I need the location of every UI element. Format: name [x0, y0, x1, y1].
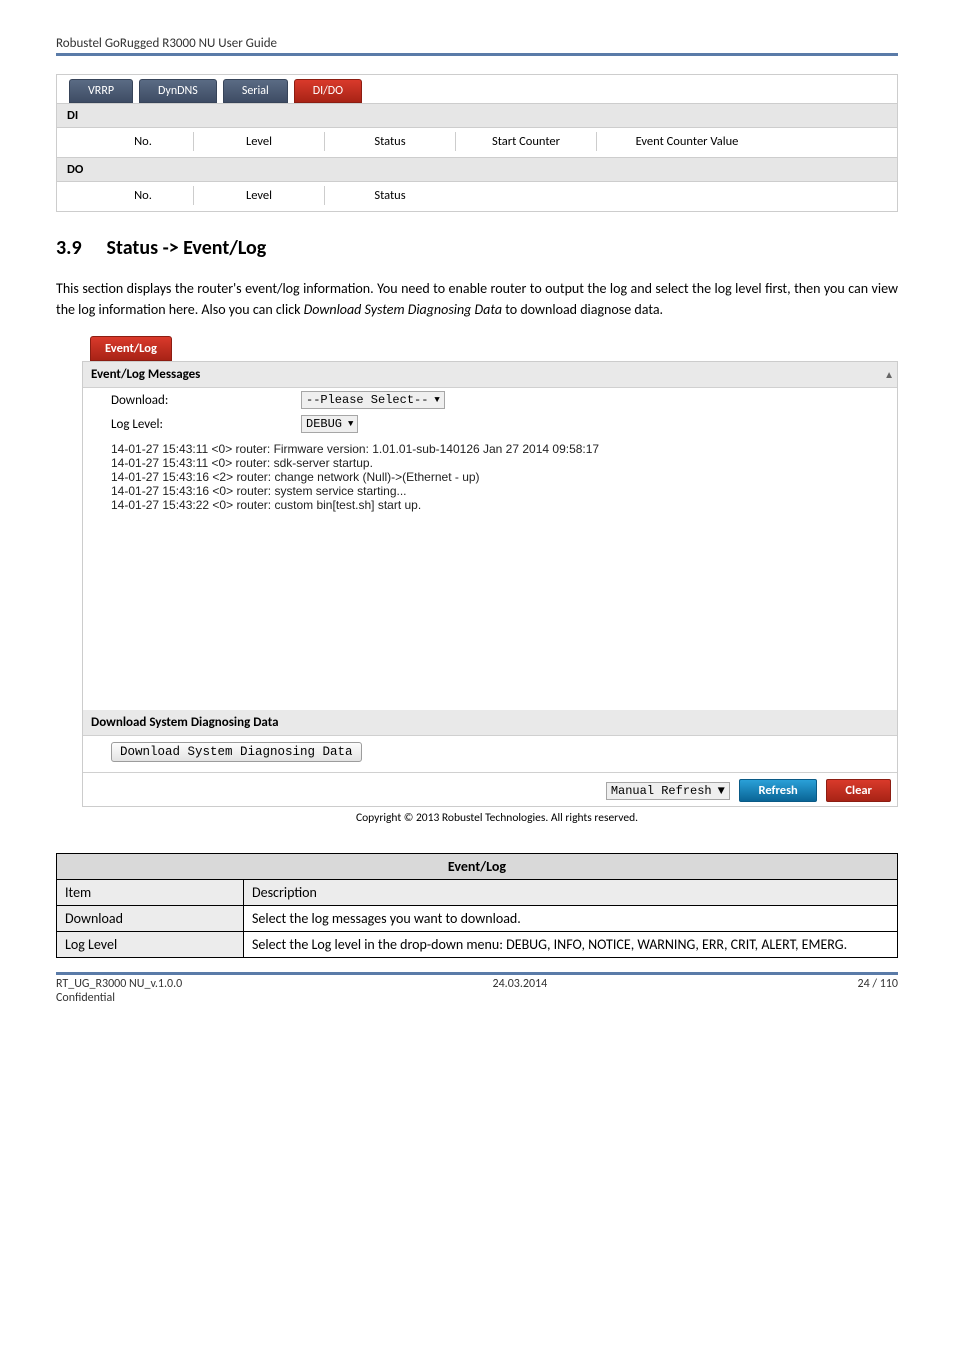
- desc-table-title: Event/Log: [57, 854, 898, 880]
- tab-dyndns[interactable]: DynDNS: [139, 79, 217, 103]
- tabstrip: VRRP DynDNS Serial DI/DO: [57, 75, 897, 103]
- section-paragraph: This section displays the router's event…: [56, 278, 898, 320]
- section-number: 3.9: [56, 236, 102, 260]
- desc-row-item: Download: [57, 906, 244, 932]
- refresh-button[interactable]: Refresh: [739, 779, 816, 802]
- loglevel-row: Log Level: DEBUG ▼: [83, 412, 897, 436]
- footer-doc-id: RT_UG_R3000 NU_v.1.0.0: [56, 977, 182, 991]
- di-col-status: Status: [325, 132, 456, 151]
- download-select-value: --Please Select--: [306, 393, 428, 407]
- desc-row-desc: Select the Log level in the drop-down me…: [244, 932, 898, 958]
- loglevel-label: Log Level:: [111, 417, 301, 432]
- log-output: 14-01-27 15:43:11 <0> router: Firmware v…: [83, 436, 897, 710]
- eventlog-screenshot: Event/Log Event/Log Messages ▲ Download:…: [82, 336, 898, 807]
- para-post: to download diagnose data.: [505, 301, 663, 318]
- di-section-header: DI: [57, 103, 897, 128]
- header-title: Robustel GoRugged R3000 NU User Guide: [56, 36, 277, 51]
- description-table: Event/Log Item Description Download Sele…: [56, 853, 898, 958]
- desc-header-desc: Description: [244, 880, 898, 906]
- copyright-text: Copyright © 2013 Robustel Technologies. …: [96, 811, 898, 825]
- desc-header-item: Item: [57, 880, 244, 906]
- eventlog-tab[interactable]: Event/Log: [90, 336, 172, 361]
- tab-vrrp[interactable]: VRRP: [69, 79, 133, 103]
- diag-header: Download System Diagnosing Data: [83, 710, 897, 736]
- para-ital: Download System Diagnosing Data: [304, 301, 502, 318]
- refresh-mode-value: Manual Refresh: [611, 784, 712, 798]
- footer-date: 24.03.2014: [493, 977, 548, 1005]
- tab-dido[interactable]: DI/DO: [294, 79, 362, 103]
- chevron-down-icon: ▼: [348, 419, 353, 429]
- desc-row-desc: Select the log messages you want to down…: [244, 906, 898, 932]
- do-section-header: DO: [57, 157, 897, 182]
- page-header: Robustel GoRugged R3000 NU User Guide: [56, 36, 898, 56]
- chevron-down-icon: ▼: [718, 784, 725, 798]
- do-table: No. Level Status: [57, 186, 455, 205]
- di-col-no: No.: [93, 132, 194, 151]
- section-title: Status -> Event/Log: [107, 236, 267, 260]
- bottom-bar: Manual Refresh ▼ Refresh Clear: [83, 772, 897, 806]
- do-col-no: No.: [93, 186, 194, 205]
- refresh-mode-select[interactable]: Manual Refresh ▼: [606, 782, 730, 800]
- download-select[interactable]: --Please Select-- ▼: [301, 391, 445, 409]
- scroll-up-icon[interactable]: ▲: [884, 368, 894, 381]
- section-heading: 3.9 Status -> Event/Log: [56, 236, 898, 260]
- clear-button[interactable]: Clear: [826, 779, 891, 802]
- do-col-status: Status: [325, 186, 456, 205]
- di-col-event: Event Counter Value: [597, 132, 778, 151]
- di-table: No. Level Status Start Counter Event Cou…: [57, 132, 777, 151]
- do-col-level: Level: [194, 186, 325, 205]
- eventlog-messages-title: Event/Log Messages: [91, 367, 200, 382]
- loglevel-select[interactable]: DEBUG ▼: [301, 415, 358, 433]
- loglevel-select-value: DEBUG: [306, 417, 342, 431]
- tab-serial[interactable]: Serial: [223, 79, 288, 103]
- download-label: Download:: [111, 393, 301, 408]
- dido-panel: VRRP DynDNS Serial DI/DO DI No. Level St…: [56, 74, 898, 212]
- download-diag-button[interactable]: Download System Diagnosing Data: [111, 742, 362, 762]
- footer-page: 24 / 110: [858, 977, 898, 1005]
- page-footer: RT_UG_R3000 NU_v.1.0.0 Confidential 24.0…: [56, 972, 898, 1005]
- desc-row-item: Log Level: [57, 932, 244, 958]
- diag-title: Download System Diagnosing Data: [91, 715, 279, 730]
- eventlog-messages-header: Event/Log Messages ▲: [83, 362, 897, 388]
- download-row: Download: --Please Select-- ▼: [83, 388, 897, 412]
- footer-confidential: Confidential: [56, 991, 182, 1005]
- di-col-start: Start Counter: [456, 132, 597, 151]
- chevron-down-icon: ▼: [434, 395, 439, 405]
- di-col-level: Level: [194, 132, 325, 151]
